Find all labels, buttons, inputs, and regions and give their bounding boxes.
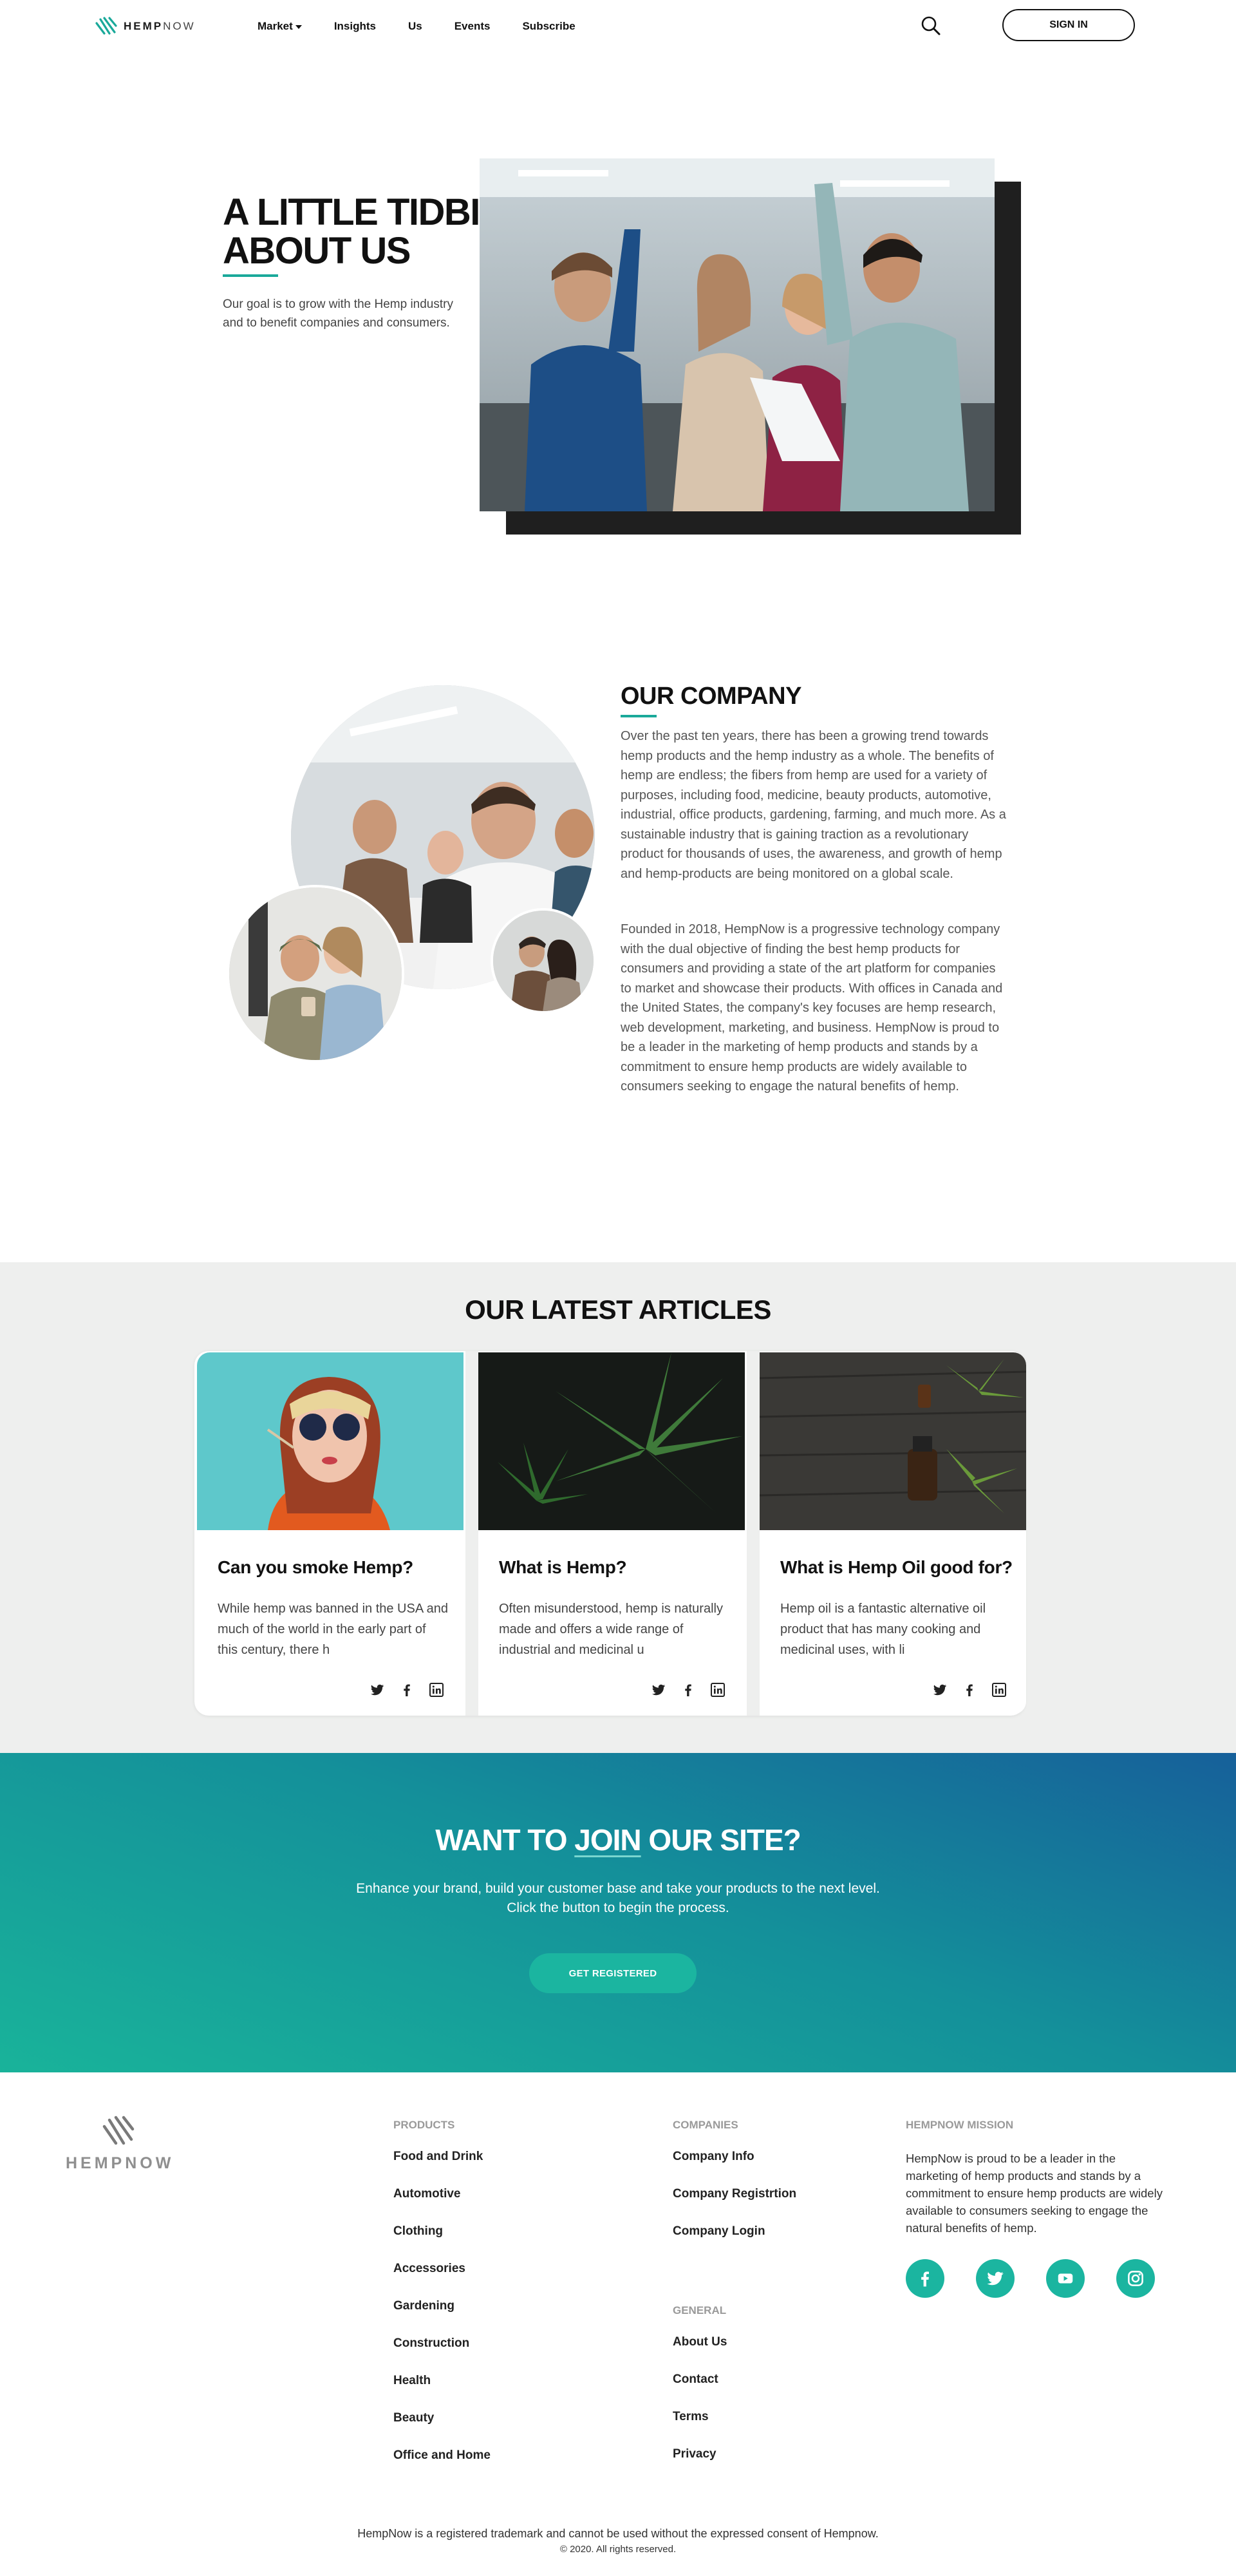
mission-text: HempNow is proud to be a leader in the m… [906,2152,1163,2235]
facebook-icon[interactable] [399,1682,415,1698]
join-title: WANT TO JOIN OUR SITE? [435,1823,801,1857]
linkedin-icon[interactable] [429,1682,444,1698]
article-excerpt: Often misunderstood, hemp is naturally m… [499,1602,723,1657]
footer-logo[interactable]: HEMPNOW [66,2115,171,2173]
article-card[interactable]: What is Hemp? Often misunderstood, hemp … [478,1352,745,1714]
share-links [932,1682,1007,1698]
hemp-oil-image [760,1352,1026,1530]
footer-link-company-registration[interactable]: Company Registrtion [673,2187,796,2224]
title-accent-underline [223,274,278,277]
share-links [370,1682,444,1698]
chevron-down-icon [295,25,302,29]
logo-stripes-icon [95,17,117,35]
footer-logo-text: HEMPNOW [66,2154,174,2172]
share-links [651,1682,726,1698]
linkedin-icon[interactable] [710,1682,726,1698]
footer-link-terms[interactable]: Terms [673,2410,727,2447]
youtube-icon[interactable] [1046,2259,1085,2298]
article-title[interactable]: What is Hemp? [499,1557,627,1578]
card-divider [747,1351,760,1716]
copyright-year: © 2020. All rights reserved. [559,2544,677,2555]
twitter-icon[interactable] [651,1682,666,1698]
site-header: HEMPNOW Market Insights Us Events Subscr… [0,0,1236,54]
footer-general: GENERAL About Us Contact Terms Privacy [673,2304,727,2485]
twitter-icon[interactable] [976,2259,1015,2298]
linkedin-icon[interactable] [991,1682,1007,1698]
footer-heading: GENERAL [673,2304,727,2316]
about-title: A LITTLE TIDBIT ABOUT US [223,191,502,272]
footer-social-links [906,2259,1155,2298]
footer-link-gardening[interactable]: Gardening [393,2299,491,2336]
twitter-icon[interactable] [370,1682,385,1698]
article-excerpt: While hemp was banned in the USA and muc… [218,1602,448,1657]
twitter-icon[interactable] [932,1682,948,1698]
footer-companies: COMPANIES Company Info Company Registrti… [673,2119,796,2262]
team-high-five-photo [480,158,995,511]
hemp-leaves-image [478,1352,745,1530]
company-paragraph: Founded in 2018, HempNow is a progressiv… [621,922,1003,1094]
footer-link-about-us[interactable]: About Us [673,2335,727,2372]
company-title: OUR COMPANY [621,683,801,710]
footer-link-accessories[interactable]: Accessories [393,2262,491,2299]
company-paragraph: Over the past ten years, there has been … [621,729,1006,881]
footer-link-automotive[interactable]: Automotive [393,2187,491,2224]
title-accent-underline [621,715,657,717]
copyright-notice: HempNow is a registered trademark and ca… [357,2527,879,2540]
footer-heading: PRODUCTS [393,2119,455,2131]
footer-link-health[interactable]: Health [393,2374,491,2411]
card-divider [465,1351,478,1716]
footer-link-company-login[interactable]: Company Login [673,2224,796,2262]
nav-item-subscribe[interactable]: Subscribe [522,20,575,33]
footer-link-clothing[interactable]: Clothing [393,2224,491,2262]
nav-item-events[interactable]: Events [454,20,491,33]
article-card[interactable]: Can you smoke Hemp? While hemp was banne… [197,1352,464,1714]
join-subtitle: Click the button to begin the process. [507,1900,729,1915]
site-logo[interactable]: HEMPNOW [95,17,196,36]
article-title[interactable]: Can you smoke Hemp? [218,1557,413,1578]
facebook-icon[interactable] [680,1682,696,1698]
couple-photo [491,908,596,1014]
nav-item-market[interactable]: Market [258,20,302,33]
woman-sunglasses-image [197,1352,464,1530]
articles-title: OUR LATEST ARTICLES [465,1294,771,1325]
footer-link-construction[interactable]: Construction [393,2336,491,2374]
footer-link-office-and-home[interactable]: Office and Home [393,2448,491,2486]
nav-item-insights[interactable]: Insights [334,20,376,33]
logo-stripes-icon [102,2116,135,2145]
footer-link-beauty[interactable]: Beauty [393,2411,491,2448]
facebook-icon[interactable] [962,1682,977,1698]
footer-link-privacy[interactable]: Privacy [673,2447,727,2485]
footer-link-contact[interactable]: Contact [673,2372,727,2410]
article-excerpt: Hemp oil is a fantastic alternative oil … [780,1602,986,1657]
instagram-icon[interactable] [1116,2259,1155,2298]
article-card[interactable]: What is Hemp Oil good for? Hemp oil is a… [760,1352,1026,1714]
footer-link-company-info[interactable]: Company Info [673,2150,796,2187]
main-nav: Market Insights Us Events Subscribe [258,20,608,33]
facebook-icon[interactable] [906,2259,944,2298]
footer-link-food-and-drink[interactable]: Food and Drink [393,2150,491,2187]
join-subtitle: Enhance your brand, build your customer … [356,1881,880,1896]
get-registered-button[interactable]: GET REGISTERED [529,1953,697,1993]
search-icon[interactable] [919,14,942,37]
footer-heading: HEMPNOW MISSION [906,2119,1014,2131]
footer-products: PRODUCTS Food and Drink Automotive Cloth… [393,2119,491,2486]
coffee-couple-photo [227,885,404,1063]
footer-heading: COMPANIES [673,2119,738,2131]
article-title[interactable]: What is Hemp Oil good for? [780,1557,1013,1578]
footer-mission: HEMPNOW MISSION HempNow is proud to be a… [906,2119,1163,2237]
sign-in-button[interactable]: SIGN IN [1002,9,1135,41]
nav-item-us[interactable]: Us [408,20,422,33]
about-description: Our goal is to grow with the Hemp indust… [223,298,453,330]
logo-text: HEMPNOW [124,20,196,32]
